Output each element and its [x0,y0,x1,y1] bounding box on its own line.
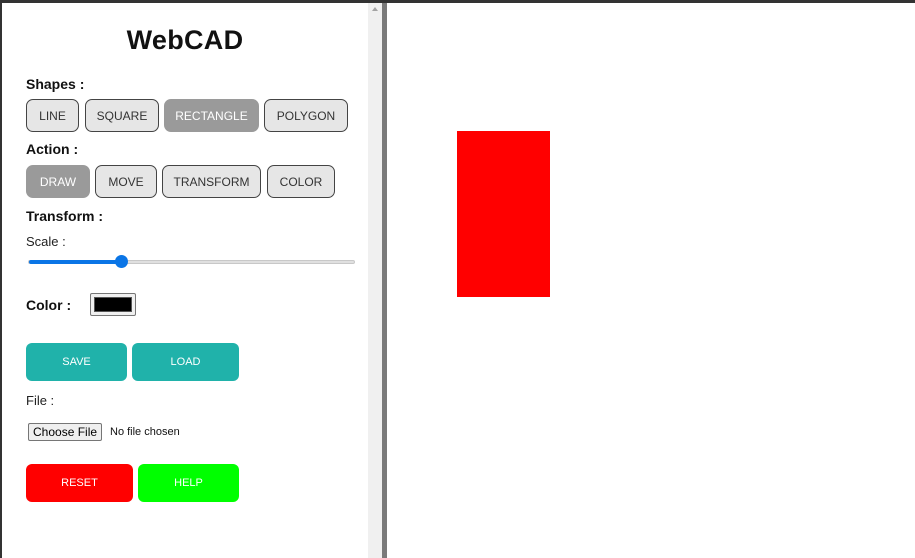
sidebar-scrollbar[interactable] [368,3,382,558]
shape-line-button[interactable]: LINE [26,99,79,132]
color-picker[interactable] [90,293,136,316]
choose-file-button[interactable]: Choose File [28,423,103,441]
color-picker-value [94,297,132,312]
shape-rectangle-button[interactable]: RECTANGLE [164,99,259,132]
scale-slider[interactable] [28,255,355,268]
shape-square-button[interactable]: SQUARE [85,99,159,132]
save-button[interactable]: SAVE [26,343,127,381]
transform-label: Transform : [26,208,104,224]
shape-polygon-button[interactable]: POLYGON [264,99,348,132]
help-button[interactable]: HELP [138,464,239,502]
color-label: Color : [26,297,72,313]
file-status: No file chosen [110,426,180,438]
shapes-label: Shapes : [26,76,85,92]
action-transform-button[interactable]: TRANSFORM [162,165,261,198]
reset-button[interactable]: RESET [26,464,133,502]
canvas-rectangle-shape[interactable] [457,131,550,297]
action-color-button[interactable]: COLOR [267,165,335,198]
drawing-canvas[interactable] [387,3,915,558]
scale-slider-thumb[interactable] [114,255,128,268]
file-label: File : [26,393,55,408]
scroll-up-arrow-icon[interactable] [372,7,378,11]
action-draw-button[interactable]: DRAW [26,165,90,198]
scale-label: Scale : [26,234,66,249]
scale-slider-fill [29,260,121,264]
app-title: WebCAD [126,25,244,55]
control-panel: WebCAD Shapes : LINE SQUARE RECTANGLE PO… [2,3,368,558]
action-move-button[interactable]: MOVE [95,165,157,198]
action-label: Action : [26,141,79,157]
load-button[interactable]: LOAD [132,343,239,381]
